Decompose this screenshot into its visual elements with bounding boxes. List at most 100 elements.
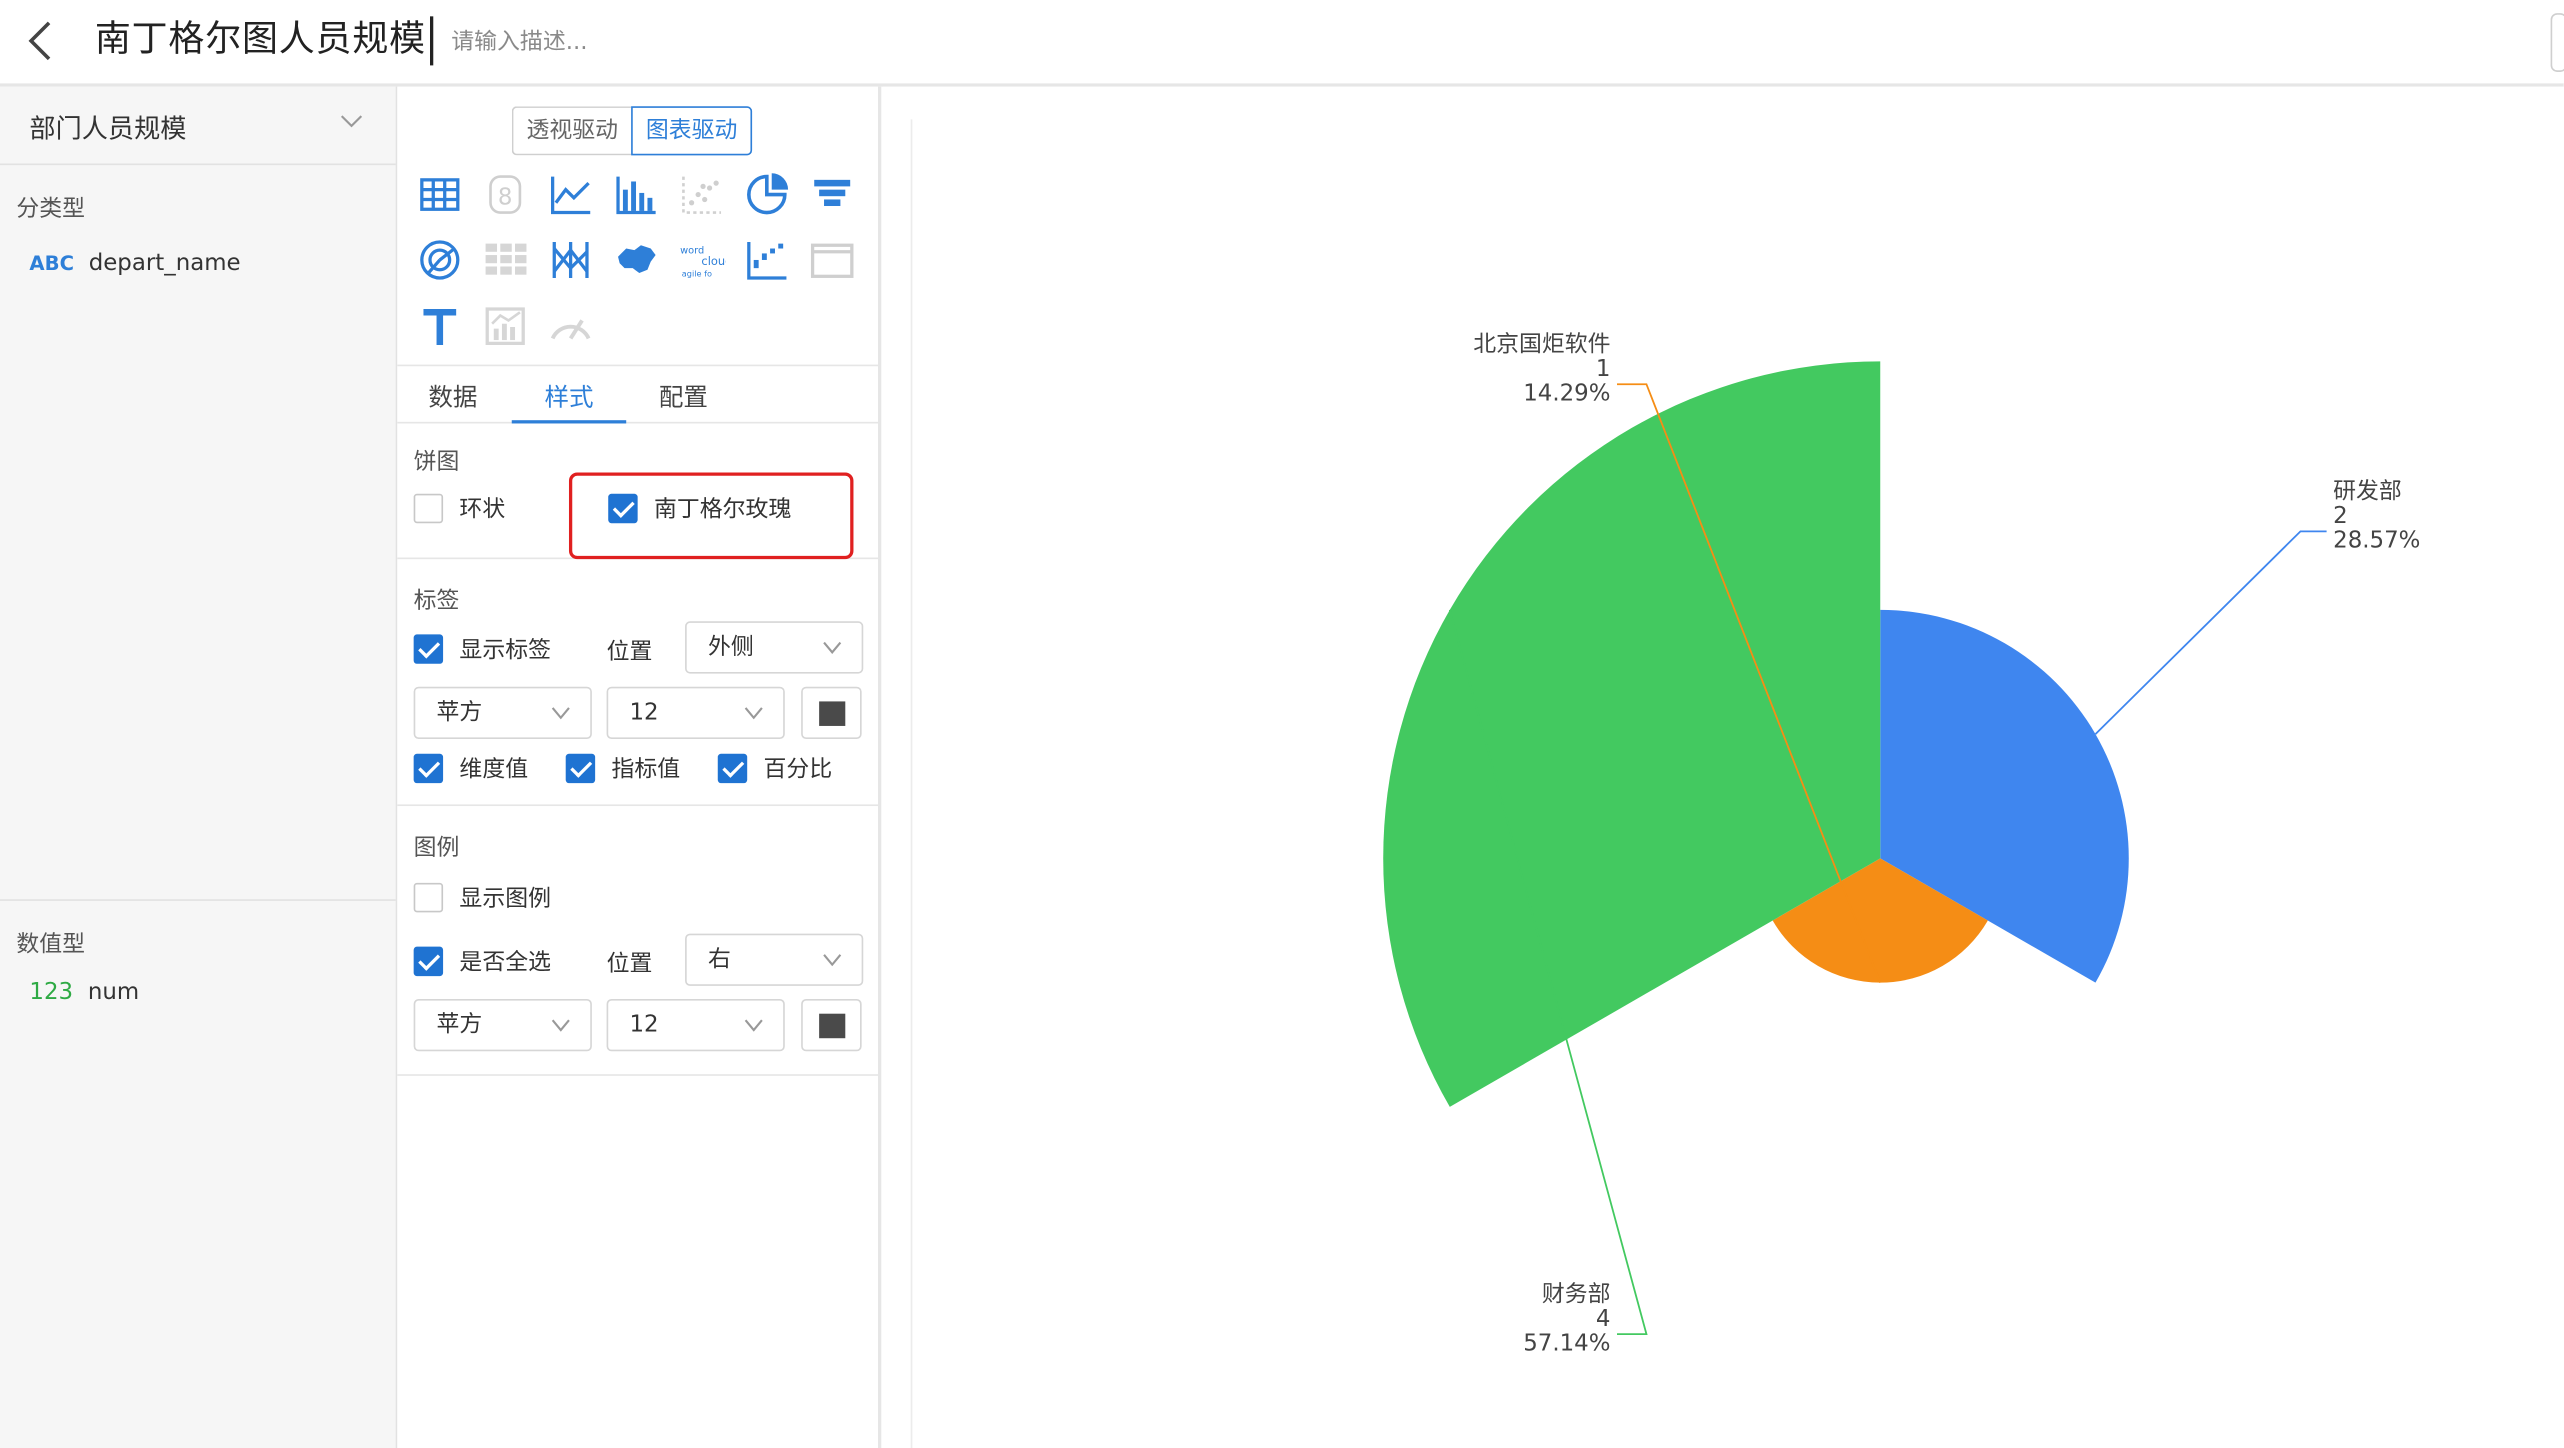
dataset-selector[interactable]: 部门人员规模 [0, 87, 396, 166]
parallel-icon[interactable] [546, 235, 595, 284]
legend-font-select[interactable]: 苹方 [413, 998, 592, 1052]
label-color-picker[interactable] [801, 686, 862, 740]
show-label-text: 显示标签 [459, 637, 551, 664]
field-label: depart_name [88, 250, 241, 277]
slice-value: 4 [1596, 1306, 1611, 1332]
fields-divider [0, 899, 396, 901]
mode-toggle: 透视驱动 图表驱动 [511, 106, 753, 156]
slice-value: 1 [1596, 356, 1611, 382]
dataset-name: 部门人员规模 [29, 112, 187, 144]
scatter-icon[interactable] [677, 170, 726, 219]
number-type-icon: 123 [29, 979, 74, 1006]
legend-size-select[interactable]: 12 [606, 998, 785, 1052]
checkbox-box[interactable] [717, 753, 748, 784]
label-position-select[interactable]: 外侧 [685, 621, 864, 674]
label-section-title: 标签 [413, 588, 460, 615]
checkbox-box[interactable] [413, 882, 444, 913]
label-font-select[interactable]: 苹方 [413, 686, 592, 740]
checkbox-box[interactable] [413, 753, 444, 784]
legend-position-select[interactable]: 右 [685, 933, 864, 986]
metric-value-checkbox[interactable]: 指标值 [565, 752, 681, 785]
legend-section: 图例 显示图例 是否全选 位置 右 苹方 12 [397, 806, 878, 1076]
checkbox-box[interactable] [413, 634, 444, 664]
fields-panel: 部门人员规模 分类型 ABC depart_name 数值型 123 num [0, 86, 398, 1448]
label-leader-line [2094, 530, 2327, 735]
slice-percent: 14.29% [1523, 381, 1610, 407]
field-depart-name[interactable]: ABC depart_name [0, 250, 396, 276]
checkbox-box[interactable] [413, 493, 444, 524]
highlight-box [568, 472, 854, 560]
heatmap-icon[interactable] [481, 235, 530, 284]
ring-checkbox[interactable]: 环状 [413, 492, 506, 525]
table-icon[interactable] [415, 170, 464, 219]
config-panel: 透视驱动 图表驱动 8 wordcloudagile fo [397, 86, 882, 1448]
back-arrow-icon[interactable] [20, 20, 63, 63]
select-value: 苹方 [436, 1012, 483, 1039]
radar-icon[interactable] [415, 235, 464, 284]
slice-label: 财务部 4 57.14% [1523, 1281, 1610, 1356]
gauge-icon[interactable] [546, 301, 595, 350]
chevron-down-icon [823, 641, 842, 654]
config-tabs: 数据 样式 配置 [397, 364, 878, 424]
slice-value: 2 [2333, 503, 2348, 529]
tab-data[interactable]: 数据 [428, 379, 477, 413]
label-position-caption: 位置 [606, 639, 653, 666]
header-action-button[interactable] [2550, 13, 2564, 72]
number-icon[interactable]: 8 [481, 170, 530, 219]
waterfall-icon[interactable] [742, 235, 791, 284]
slice-label: 北京国炬软件 1 14.29% [1473, 332, 1610, 407]
page-title[interactable]: 南丁格尔图人员规模 [95, 16, 433, 66]
percent-checkbox[interactable]: 百分比 [717, 752, 832, 785]
slice-percent: 57.14% [1523, 1331, 1610, 1357]
checkbox-box[interactable] [413, 946, 444, 977]
dimension-value-label: 维度值 [459, 757, 529, 784]
chevron-down-icon [823, 954, 842, 967]
app-window: 南丁格尔图人员规模 部门人员规模 分类型 ABC depart_name 数值型… [0, 0, 2564, 1448]
chevron-down-icon [551, 1019, 570, 1032]
select-value: 右 [707, 946, 731, 973]
slice-category: 财务部 [1542, 1281, 1611, 1307]
wordcloud-icon[interactable]: wordcloudagile fo [677, 235, 726, 284]
select-value: 苹方 [436, 699, 483, 726]
tab-config[interactable]: 配置 [659, 379, 708, 413]
combo-icon[interactable] [481, 301, 530, 350]
show-label-checkbox[interactable]: 显示标签 [413, 633, 551, 666]
legend-section-title: 图例 [413, 835, 460, 862]
text-type-icon: ABC [29, 251, 74, 275]
legend-color-picker[interactable] [801, 998, 862, 1052]
checkbox-box[interactable] [565, 753, 596, 784]
mode-chart-button[interactable]: 图表驱动 [631, 106, 753, 156]
chevron-down-icon [551, 707, 570, 720]
slice-label: 研发部 2 28.57% [2333, 479, 2420, 554]
color-swatch [819, 701, 846, 726]
bar-chart-icon[interactable] [611, 170, 660, 219]
svg-text:cloud: cloud [701, 254, 726, 268]
select-all-checkbox[interactable]: 是否全选 [413, 945, 551, 978]
rose-slice[interactable] [1383, 361, 1881, 1107]
pie-chart-icon[interactable] [742, 170, 791, 219]
chevron-down-icon [340, 115, 363, 128]
chart-canvas: 研发部 2 28.57% 北京国炬软件 1 14.29% 财务部 4 57.14% [882, 86, 2564, 1448]
tab-style[interactable]: 样式 [544, 379, 593, 413]
slice-percent: 28.57% [2333, 528, 2420, 554]
chevron-down-icon [744, 1019, 763, 1032]
frame-icon[interactable] [808, 235, 857, 284]
line-chart-icon[interactable] [546, 170, 595, 219]
field-num[interactable]: 123 num [0, 979, 139, 1005]
select-value: 外侧 [707, 634, 754, 661]
rose-chart: 研发部 2 28.57% 北京国炬软件 1 14.29% 财务部 4 57.14% [1383, 332, 2420, 1357]
funnel-icon[interactable] [808, 170, 857, 219]
color-swatch [819, 1013, 846, 1039]
ring-label: 环状 [459, 497, 506, 524]
text-icon[interactable] [415, 301, 464, 350]
svg-text:agile fo: agile fo [682, 268, 712, 278]
show-legend-label: 显示图例 [459, 886, 551, 913]
description-input[interactable] [451, 29, 1433, 56]
mode-pivot-button[interactable]: 透视驱动 [511, 106, 632, 156]
show-legend-checkbox[interactable]: 显示图例 [413, 881, 551, 914]
metric-value-label: 指标值 [611, 757, 681, 784]
china-map-icon[interactable] [611, 235, 660, 284]
dimension-value-checkbox[interactable]: 维度值 [413, 752, 529, 785]
label-size-select[interactable]: 12 [606, 686, 785, 740]
slice-category: 研发部 [2333, 479, 2402, 505]
